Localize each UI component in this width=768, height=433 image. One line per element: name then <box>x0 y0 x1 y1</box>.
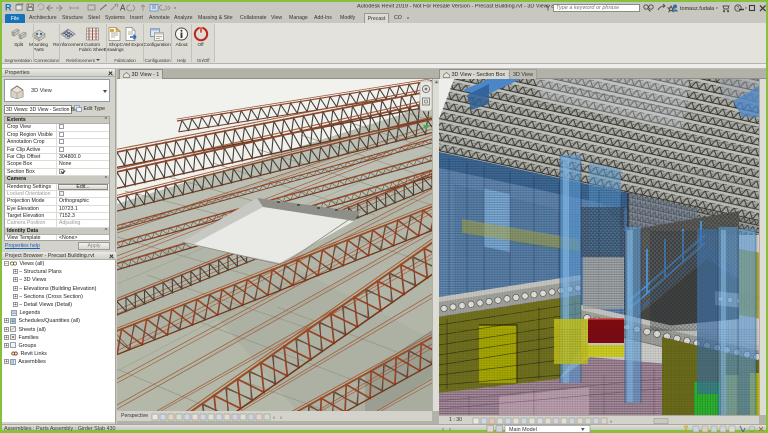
svg-text:›: › <box>449 427 451 433</box>
svg-text:tomasz.fudala: tomasz.fudala <box>680 6 715 12</box>
svg-text:R: R <box>5 3 12 13</box>
svg-text:A: A <box>120 4 126 13</box>
svg-text:›: › <box>280 415 282 421</box>
svg-text:‹: ‹ <box>442 427 444 433</box>
svg-text:Main Model: Main Model <box>509 427 537 433</box>
svg-text:‹: ‹ <box>273 415 275 421</box>
